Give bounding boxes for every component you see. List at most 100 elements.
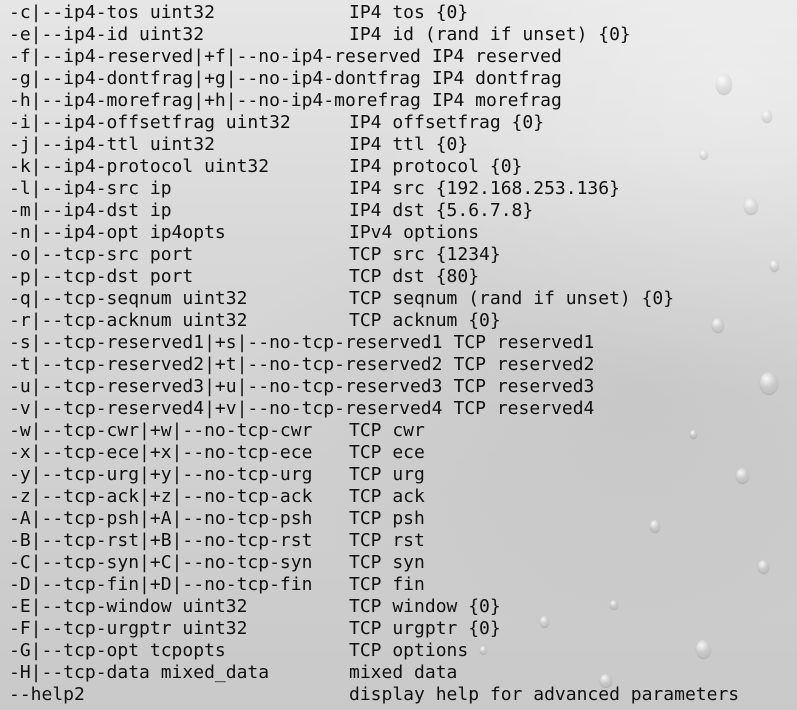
help-output: -c|--ip4-tos uint32 IP4 tos {0} -e|--ip4-i… [9,2,739,706]
help-line: -g|--ip4-dontfrag|+g|--no-ip4-dontfrag IP… [9,68,739,90]
help-option: -p|--tcp-dst port [9,266,194,287]
help-option: -u|--tcp-reserved3|+u|--no-tcp-reserved3 [9,376,443,397]
water-droplet [762,110,772,122]
help-description: TCP src {1234} [349,244,501,265]
help-option: -D|--tcp-fin|+D|--no-tcp-fin [9,574,313,595]
help-line: -z|--tcp-ack|+z|--no-tcp-ack TCP ack [9,486,739,508]
help-line: -s|--tcp-reserved1|+s|--no-tcp-reserved1… [9,332,739,354]
help-option: -z|--tcp-ack|+z|--no-tcp-ack [9,486,313,507]
help-line: -y|--tcp-urg|+y|--no-tcp-urg TCP urg [9,464,739,486]
terminal-window[interactable]: -c|--ip4-tos uint32 IP4 tos {0} -e|--ip4-i… [0,0,797,710]
help-line: -f|--ip4-reserved|+f|--no-ip4-reserved IP… [9,46,739,68]
help-description: TCP ack [349,486,425,507]
help-line: -e|--ip4-id uint32 IP4 id (rand if unset)… [9,24,739,46]
help-option: -A|--tcp-psh|+A|--no-tcp-psh [9,508,313,529]
help-description: IP4 protocol {0} [349,156,523,177]
water-droplet [760,372,778,394]
help-description: IP4 offsetfrag {0} [349,112,545,133]
help-line: -x|--tcp-ece|+x|--no-tcp-ece TCP ece [9,442,739,464]
water-droplet [770,260,779,271]
help-line: -t|--tcp-reserved2|+t|--no-tcp-reserved2… [9,354,739,376]
help-option: -k|--ip4-protocol uint32 [9,156,270,177]
help-description: display help for advanced parameters [349,684,740,705]
help-description: mixed data [349,662,458,683]
help-description: IP4 morefrag [431,90,562,111]
help-option: -r|--tcp-acknum uint32 [9,310,248,331]
help-option: -B|--tcp-rst|+B|--no-tcp-rst [9,530,313,551]
help-option: -m|--ip4-dst ip [9,200,172,221]
help-option: -G|--tcp-opt tcpopts [9,640,226,661]
help-option: -c|--ip4-tos uint32 [9,2,215,23]
help-option: -l|--ip4-src ip [9,178,172,199]
help-line: -G|--tcp-opt tcpopts TCP options [9,640,739,662]
help-description: IP4 src {192.168.253.136} [349,178,620,199]
help-option: -E|--tcp-window uint32 [9,596,248,617]
help-line: -C|--tcp-syn|+C|--no-tcp-syn TCP syn [9,552,739,574]
help-line: -o|--tcp-src port TCP src {1234} [9,244,739,266]
help-option: -g|--ip4-dontfrag|+g|--no-ip4-dontfrag [9,68,421,89]
help-description: IP4 dontfrag [431,68,562,89]
help-description: TCP urg [349,464,425,485]
help-line: -j|--ip4-ttl uint32 IP4 ttl {0} [9,134,739,156]
help-option: -o|--tcp-src port [9,244,194,265]
help-description: IPv4 options [349,222,480,243]
help-option: -F|--tcp-urgptr uint32 [9,618,248,639]
help-line: -p|--tcp-dst port TCP dst {80} [9,266,739,288]
help-description: TCP reserved3 [453,376,595,397]
help-description: TCP reserved4 [453,398,595,419]
help-description: TCP reserved1 [453,332,595,353]
help-description: TCP cwr [349,420,425,441]
help-description: IP4 dst {5.6.7.8} [349,200,534,221]
help-option: -v|--tcp-reserved4|+v|--no-tcp-reserved4 [9,398,443,419]
help-option: -C|--tcp-syn|+C|--no-tcp-syn [9,552,313,573]
help-description: TCP reserved2 [453,354,595,375]
help-line: -q|--tcp-seqnum uint32 TCP seqnum (rand i… [9,288,739,310]
help-option: -h|--ip4-morefrag|+h|--no-ip4-morefrag [9,90,421,111]
help-description: IP4 id (rand if unset) {0} [349,24,631,45]
help-line: --help2 display help for advanced paramet… [9,684,739,706]
help-option: -y|--tcp-urg|+y|--no-tcp-urg [9,464,313,485]
help-line: -w|--tcp-cwr|+w|--no-tcp-cwr TCP cwr [9,420,739,442]
help-description: TCP seqnum (rand if unset) {0} [349,288,675,309]
help-option: -e|--ip4-id uint32 [9,24,205,45]
help-line: -i|--ip4-offsetfrag uint32 IP4 offsetfrag… [9,112,739,134]
help-description: IP4 ttl {0} [349,134,469,155]
help-line: -D|--tcp-fin|+D|--no-tcp-fin TCP fin [9,574,739,596]
help-line: -F|--tcp-urgptr uint32 TCP urgptr {0} [9,618,739,640]
help-line: -u|--tcp-reserved3|+u|--no-tcp-reserved3… [9,376,739,398]
help-description: TCP ece [349,442,425,463]
help-line: -m|--ip4-dst ip IP4 dst {5.6.7.8} [9,200,739,222]
help-description: TCP urgptr {0} [349,618,501,639]
help-option: -x|--tcp-ece|+x|--no-tcp-ece [9,442,313,463]
help-description: TCP fin [349,574,425,595]
help-description: TCP options [349,640,469,661]
help-option: -w|--tcp-cwr|+w|--no-tcp-cwr [9,420,313,441]
water-droplet [744,198,758,214]
help-option: -s|--tcp-reserved1|+s|--no-tcp-reserved1 [9,332,443,353]
help-description: IP4 tos {0} [349,2,469,23]
help-line: -c|--ip4-tos uint32 IP4 tos {0} [9,2,739,24]
help-description: TCP syn [349,552,425,573]
help-line: -E|--tcp-window uint32 TCP window {0} [9,596,739,618]
help-option: -n|--ip4-opt ip4opts [9,222,226,243]
help-line: -r|--tcp-acknum uint32 TCP acknum {0} [9,310,739,332]
help-option: -q|--tcp-seqnum uint32 [9,288,248,309]
help-option: -f|--ip4-reserved|+f|--no-ip4-reserved [9,46,421,67]
help-description: TCP dst {80} [349,266,480,287]
help-description: TCP acknum {0} [349,310,501,331]
help-line: -B|--tcp-rst|+B|--no-tcp-rst TCP rst [9,530,739,552]
help-line: -A|--tcp-psh|+A|--no-tcp-psh TCP psh [9,508,739,530]
help-description: IP4 reserved [431,46,562,67]
help-line: -k|--ip4-protocol uint32 IP4 protocol {0} [9,156,739,178]
help-line: -v|--tcp-reserved4|+v|--no-tcp-reserved4… [9,398,739,420]
help-line: -n|--ip4-opt ip4opts IPv4 options [9,222,739,244]
help-description: TCP rst [349,530,425,551]
help-option: --help2 [9,684,85,705]
help-option: -j|--ip4-ttl uint32 [9,134,215,155]
help-option: -i|--ip4-offsetfrag uint32 [9,112,291,133]
help-description: TCP window {0} [349,596,501,617]
help-line: -l|--ip4-src ip IP4 src {192.168.253.136} [9,178,739,200]
help-description: TCP psh [349,508,425,529]
help-option: -t|--tcp-reserved2|+t|--no-tcp-reserved2 [9,354,443,375]
water-droplet [758,560,769,573]
